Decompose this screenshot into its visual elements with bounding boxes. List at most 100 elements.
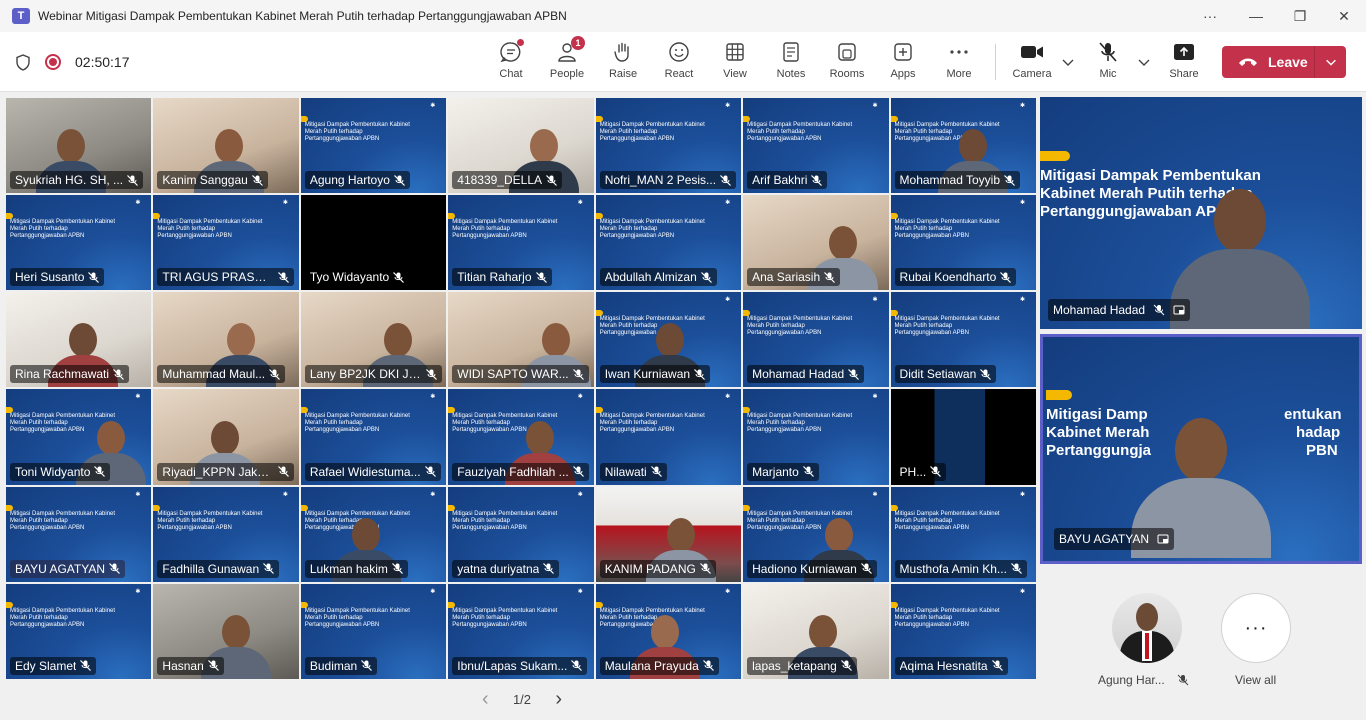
participant-name-tag: Muhammad Maul...	[157, 365, 286, 384]
participant-tile[interactable]: Mitigasi Dampak Pembentukan Kabinet Mera…	[299, 485, 448, 583]
participant-tile[interactable]: PH...	[889, 388, 1037, 486]
camera-label: Camera	[1012, 68, 1052, 80]
chat-icon	[499, 39, 524, 64]
more-options-icon[interactable]: ···	[1187, 0, 1233, 32]
participant-name: Rina Rachmawati	[15, 367, 110, 382]
participant-tile[interactable]: Mitigasi Dampak Pembentukan Kabinet Mera…	[152, 485, 300, 583]
participant-tile[interactable]: Tyo Widayanto	[299, 194, 448, 292]
participant-name-tag: BAYU AGATYAN	[10, 559, 126, 578]
close-button[interactable]: ✕	[1321, 0, 1366, 32]
raise-hand-button[interactable]: Raise	[595, 40, 651, 86]
participant-tile[interactable]: Lany BP2JK DKI Ja...	[299, 291, 448, 389]
participant-name-tag: Lukman hakim	[304, 559, 408, 578]
mic-off-icon	[278, 466, 290, 478]
slide-text: Mitigasi Dampak Pembentukan Kabinet Mera…	[304, 413, 410, 434]
participant-tile[interactable]: Mitigasi Dampak Pembentukan Kabinet Mera…	[742, 97, 890, 195]
mic-off-icon	[572, 466, 584, 478]
participant-tile[interactable]: Mitigasi Dampak Pembentukan Kabinet Mera…	[5, 194, 153, 292]
participant-tile[interactable]: lapas_ketapang	[742, 582, 890, 680]
slide-tag	[1040, 151, 1070, 161]
view-all-button[interactable]: ···	[1221, 593, 1291, 663]
pinned-video-tile[interactable]: Mitigasi Dampak Pembentukan Kabinet Mera…	[1040, 97, 1362, 329]
chat-button[interactable]: Chat	[483, 39, 539, 86]
participant-tile[interactable]: Mitigasi Dampak Pembentukan Kabinet Mera…	[447, 485, 595, 583]
camera-button[interactable]: Camera	[1004, 40, 1060, 86]
participant-tile[interactable]: Mitigasi Dampak Pembentukan Kabinet Mera…	[742, 291, 890, 389]
participant-tile[interactable]: Mitigasi Dampak Pembentukan Kabinet Mera…	[594, 582, 743, 680]
leave-options-button[interactable]	[1315, 46, 1346, 78]
participant-avatar[interactable]	[1112, 593, 1182, 663]
active-speaker-tile[interactable]: Mitigasi Damp entukan Kabinet Merah hada…	[1040, 334, 1362, 564]
participant-tile[interactable]: Mitigasi Dampak Pembentukan Kabinet Mera…	[742, 388, 890, 486]
participant-tile[interactable]: Syukriah HG. SH, ...	[5, 97, 153, 195]
more-button[interactable]: More	[931, 40, 987, 86]
share-button[interactable]: Share	[1156, 40, 1212, 86]
view-button[interactable]: View	[707, 40, 763, 86]
participant-tile[interactable]: Mitigasi Dampak Pembentukan Kabinet Mera…	[299, 97, 448, 195]
mic-off-icon	[1010, 563, 1022, 575]
leave-button[interactable]: Leave	[1222, 46, 1346, 78]
participant-tile[interactable]: Mitigasi Dampak Pembentukan Kabinet Mera…	[594, 291, 743, 389]
participant-name-tag: 418339_DELLA	[452, 171, 563, 190]
participant-tile[interactable]: Mitigasi Dampak Pembentukan Kabinet Mera…	[742, 485, 890, 583]
raise-label: Raise	[608, 68, 638, 80]
camera-chevron-down-icon[interactable]	[1060, 54, 1076, 70]
participant-tile[interactable]: Mitigasi Dampak Pembentukan Kabinet Mera…	[5, 388, 153, 486]
participant-tile[interactable]: Mitigasi Dampak Pembentukan Kabinet Mera…	[889, 485, 1037, 583]
participant-tile[interactable]: Mitigasi Dampak Pembentukan Kabinet Mera…	[447, 194, 595, 292]
participant-tile[interactable]: Mitigasi Dampak Pembentukan Kabinet Mera…	[889, 97, 1037, 195]
next-page-icon[interactable]: ›	[555, 688, 562, 711]
logo-icon: ✱	[282, 491, 288, 498]
rooms-button[interactable]: Rooms	[819, 40, 875, 86]
participant-tile[interactable]: Mitigasi Dampak Pembentukan Kabinet Mera…	[5, 582, 153, 680]
participant-name-tag: Mohammad Toyyib	[894, 171, 1021, 190]
participant-name: Mohammad Toyyib	[899, 173, 1001, 188]
participant-name-tag: Titian Raharjo	[452, 268, 552, 287]
mic-off-icon	[127, 174, 138, 186]
participant-name-tag: BAYU AGATYAN	[1054, 528, 1175, 550]
mic-off-icon	[702, 660, 714, 672]
mic-off-icon	[109, 563, 120, 575]
participant-tile[interactable]: KANIM PADANG	[594, 485, 743, 583]
participant-tile[interactable]: Mitigasi Dampak Pembentukan Kabinet Mera…	[152, 194, 300, 292]
participant-tile[interactable]: Mitigasi Dampak Pembentukan Kabinet Mera…	[889, 291, 1037, 389]
mic-button[interactable]: Mic	[1080, 40, 1136, 86]
apps-button[interactable]: Apps	[875, 40, 931, 86]
participant-tile[interactable]: Muhammad Maul...	[152, 291, 300, 389]
minimize-button[interactable]: —	[1233, 0, 1279, 32]
leave-main[interactable]: Leave	[1222, 46, 1314, 78]
participant-name-tag: Agung Hartoyo	[304, 171, 410, 190]
participant-tile[interactable]: Rina Rachmawati	[5, 291, 153, 389]
notes-button[interactable]: Notes	[763, 40, 819, 86]
participant-tile[interactable]: Mitigasi Dampak Pembentukan Kabinet Mera…	[447, 582, 595, 680]
restore-button[interactable]: ❐	[1277, 0, 1323, 32]
participant-name-tag: Riyadi_KPPN Jakar...	[157, 462, 295, 481]
participant-name: Nofri_MAN 2 Pesis...	[604, 173, 717, 188]
previous-page-icon[interactable]: ‹	[482, 688, 489, 711]
participant-tile[interactable]: Hasnan	[152, 582, 300, 680]
react-button[interactable]: React	[651, 40, 707, 86]
participant-tile[interactable]: Mitigasi Dampak Pembentukan Kabinet Mera…	[889, 194, 1037, 292]
participant-tile[interactable]: 418339_DELLA	[447, 97, 595, 195]
participant-tile[interactable]: Ana Sariasih	[742, 194, 890, 292]
participant-tile[interactable]: Mitigasi Dampak Pembentukan Kabinet Mera…	[447, 388, 595, 486]
people-button[interactable]: 1 People	[539, 36, 595, 86]
mic-chevron-down-icon[interactable]	[1136, 54, 1152, 70]
participant-name: Syukriah HG. SH, ...	[15, 173, 124, 188]
participant-tile[interactable]: WIDI SAPTO WAR...	[447, 291, 595, 389]
logo-icon: ✱	[1019, 588, 1025, 595]
participant-tile[interactable]: Kanim Sanggau	[152, 97, 300, 195]
participant-tile[interactable]: Mitigasi Dampak Pembentukan Kabinet Mera…	[889, 582, 1037, 680]
participant-tile[interactable]: Mitigasi Dampak Pembentukan Kabinet Mera…	[594, 388, 743, 486]
mic-off-icon	[278, 271, 290, 283]
shield-icon[interactable]	[15, 54, 31, 71]
participant-tile[interactable]: Mitigasi Dampak Pembentukan Kabinet Mera…	[594, 194, 743, 292]
participant-tile[interactable]: Mitigasi Dampak Pembentukan Kabinet Mera…	[299, 388, 448, 486]
participant-name: BAYU AGATYAN	[15, 561, 106, 576]
participant-tile[interactable]: Riyadi_KPPN Jakar...	[152, 388, 300, 486]
participant-tile[interactable]: Mitigasi Dampak Pembentukan Kabinet Mera…	[5, 485, 153, 583]
meeting-stage: Syukriah HG. SH, ... Kanim Sanggau Mitigas…	[0, 93, 1366, 720]
participant-tile[interactable]: Mitigasi Dampak Pembentukan Kabinet Mera…	[594, 97, 743, 195]
participant-name-tag: Marjanto	[747, 462, 819, 481]
participant-tile[interactable]: Mitigasi Dampak Pembentukan Kabinet Mera…	[299, 582, 448, 680]
